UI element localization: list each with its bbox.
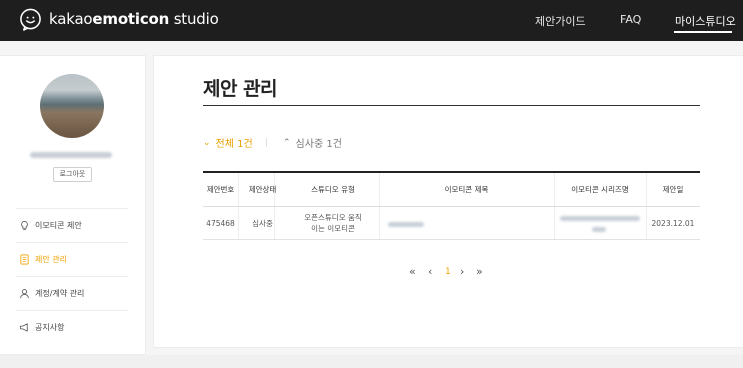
kakao-emoticon-logo-icon[interactable] [19,8,42,31]
first-page-button[interactable]: « [409,265,416,278]
header-proposal-number: 제안번호 [206,185,235,194]
filter-label: 심사중 1건 [295,139,342,150]
avatar [40,74,104,138]
nav-my-studio[interactable]: 마이스튜디오 [675,13,736,29]
sidebar-divider [16,208,128,209]
cell-status: 심사중 [252,218,273,228]
table-bottom-border [203,239,700,240]
document-icon [18,253,30,265]
cell-emoticon-title-redacted[interactable] [388,222,424,227]
sidebar-item-label: 공지사항 [35,322,65,332]
sidebar-divider [16,310,128,311]
sidebar-item-label: 이모티콘 제안 [35,220,82,230]
cell-studio-type: 오픈스튜디오 움직이는 이모티콘 [304,213,362,233]
sidebar-item-label: 제안 관리 [35,254,67,264]
sidebar-item-notice[interactable]: 공지사항 [18,319,64,335]
brand-prefix: kakao [49,10,93,28]
sidebar-divider [16,276,128,277]
sidebar-item-account-contract[interactable]: 계정/계약 관리 [18,285,84,301]
header-proposal-date: 제안일 [662,185,684,194]
cell-series-name-redacted [560,216,640,221]
account-email-redacted [30,152,112,158]
brand-suffix: studio [169,10,219,28]
sidebar: 로그아웃 이모티콘 제안 제안 관리 계정/계약 관리 공지사항 [0,55,146,355]
top-nav-bar: kakaoemoticon studio 제안가이드 FAQ 마이스튜디오 [0,0,743,41]
filter-under-review[interactable]: ⌃ 심사중 1건 [283,135,342,151]
cell-series-name-redacted [592,227,606,232]
sidebar-item-emoticon-proposal[interactable]: 이모티콘 제안 [18,217,82,233]
page-title: 제안 관리 [203,78,278,100]
footer-strip [0,355,743,368]
lightbulb-icon [18,219,30,231]
header-studio-type: 스튜디오 유형 [311,185,355,194]
header-emoticon-title: 이모티콘 제목 [444,185,489,194]
person-icon [18,287,30,299]
prev-page-button[interactable]: ‹ [428,265,432,278]
sidebar-item-proposal-management[interactable]: 제안 관리 [18,251,67,267]
brand-name[interactable]: kakaoemoticon studio [49,10,219,28]
sidebar-item-label: 계정/계약 관리 [35,288,85,298]
logout-button[interactable]: 로그아웃 [53,167,92,182]
brand-bold: emoticon [92,10,170,28]
filter-label: 전체 1건 [215,139,253,150]
cell-proposal-number: 475468 [206,218,235,228]
active-nav-underline [674,31,732,33]
chevron-up-icon: ⌃ [283,137,291,148]
chevron-down-icon: ⌄ [203,137,211,148]
sidebar-divider [16,242,128,243]
nav-proposal-guide[interactable]: 제안가이드 [535,13,586,29]
last-page-button[interactable]: » [476,265,483,278]
title-divider [203,105,700,106]
filter-all[interactable]: ⌄ 전체 1건 [203,135,253,151]
current-page[interactable]: 1 [445,267,451,277]
next-page-button[interactable]: › [460,265,464,278]
header-proposal-status: 제안상태 [248,185,277,194]
nav-faq[interactable]: FAQ [620,13,641,26]
header-series-name: 이모티콘 시리즈명 [571,185,629,194]
cell-proposal-date: 2023.12.01 [651,218,695,228]
main-panel: 제안 관리 ⌄ 전체 1건 ⌃ 심사중 1건 제안번호 제안상태 스튜디오 유형… [153,55,743,348]
filter-separator [266,138,267,147]
megaphone-icon [18,321,30,333]
